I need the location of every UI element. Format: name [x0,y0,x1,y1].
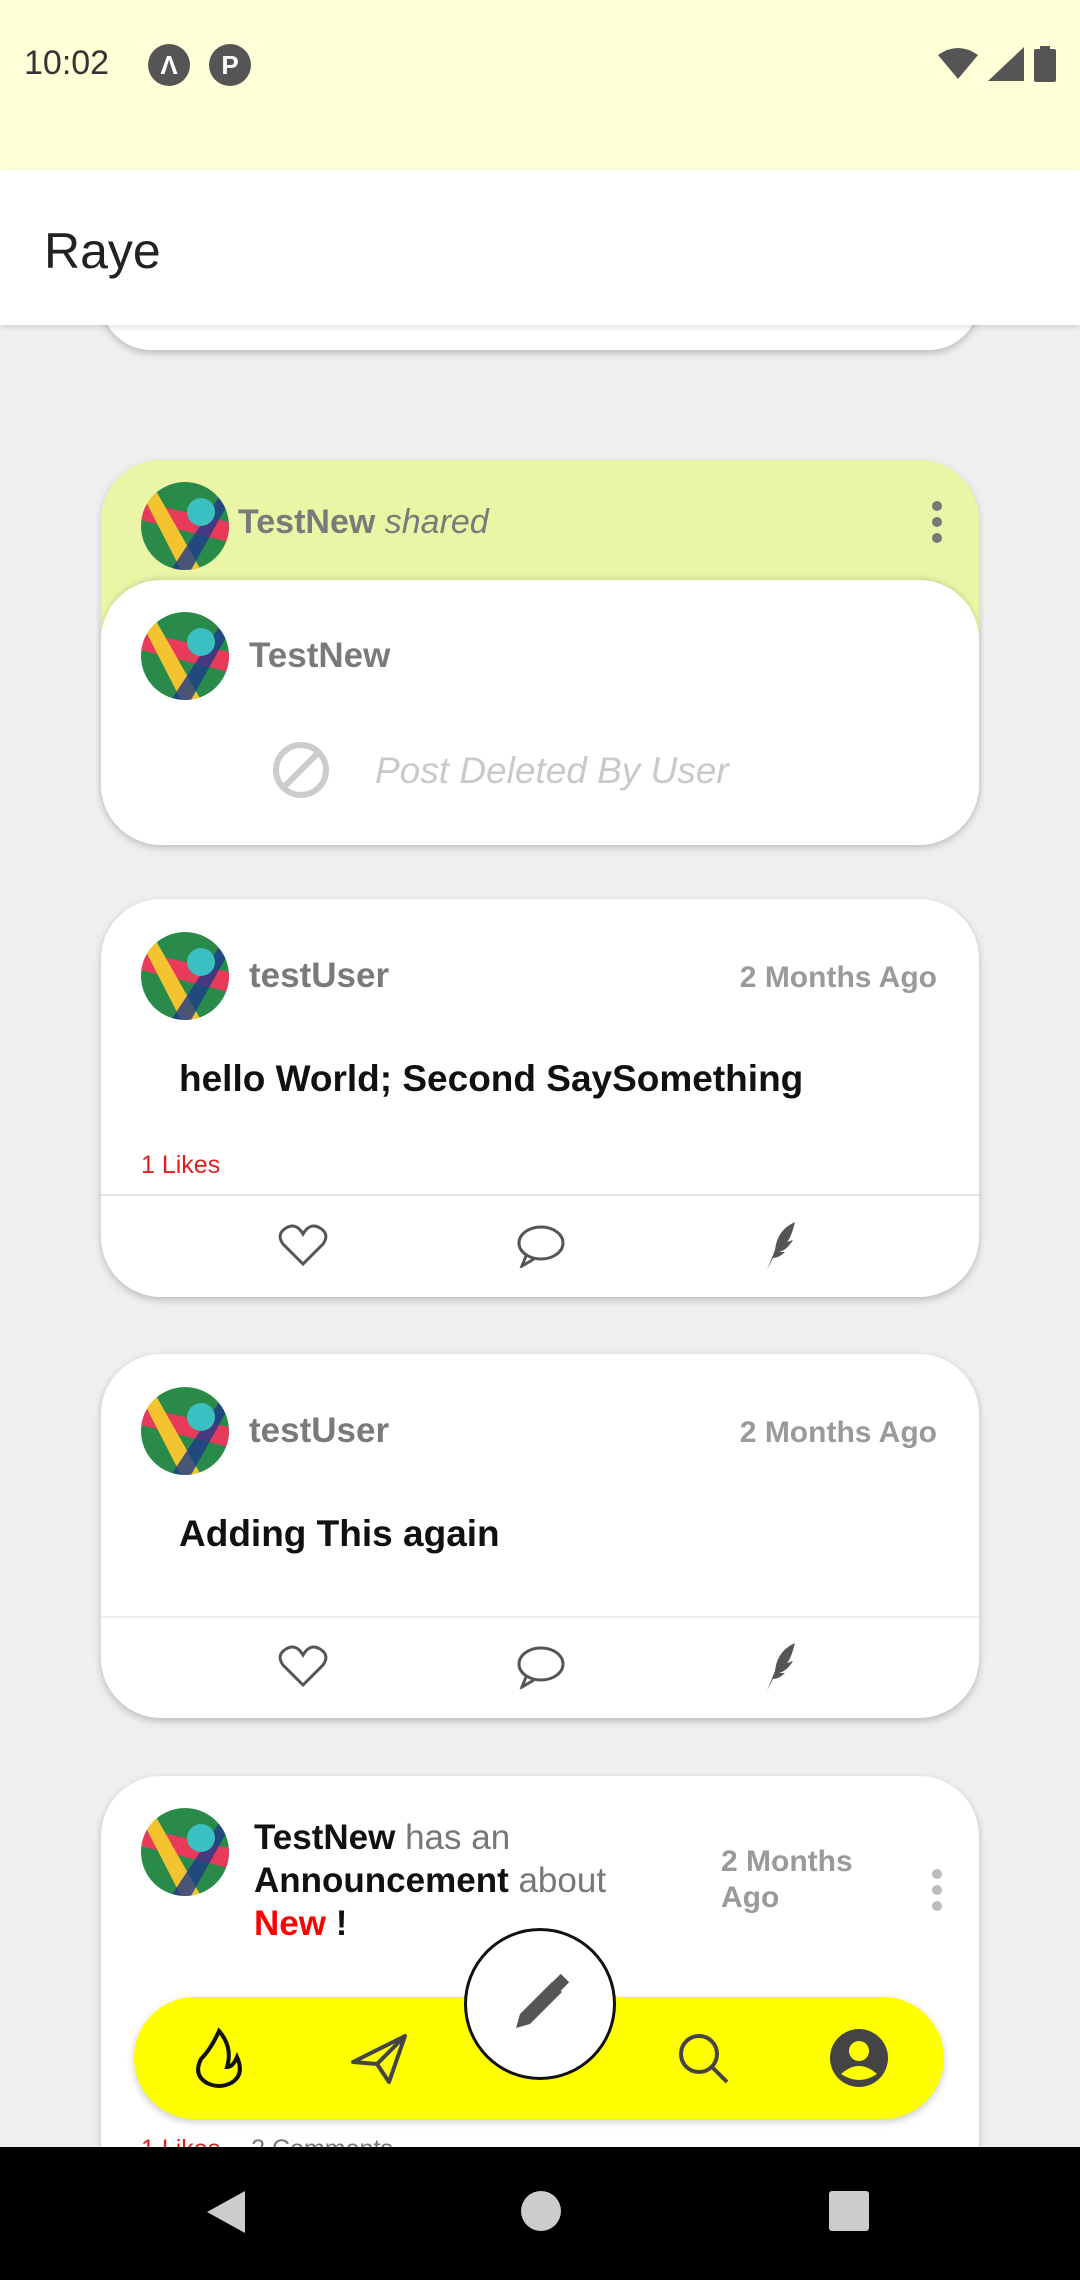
blocked-icon [271,740,331,805]
about-text: about [518,1861,607,1900]
app-title: Raye [44,223,161,279]
announcement-author[interactable]: TestNew [254,1818,395,1857]
status-time: 10:02 [24,44,110,82]
p-icon: P [209,44,251,86]
announcement-label: Announcement [254,1861,509,1900]
feather-share-icon[interactable] [747,1216,807,1276]
android-nav-bar [0,2147,1080,2280]
avatar[interactable] [141,1808,229,1896]
feather-share-icon[interactable] [747,1637,807,1697]
account-icon[interactable] [820,2019,898,2097]
original-post-card[interactable]: TestNew Post Deleted By User [101,580,979,845]
recents-icon[interactable] [828,2190,870,2232]
likes-count[interactable]: 1 Likes [141,1151,220,1180]
avatar[interactable] [141,1387,229,1475]
avatar[interactable] [141,932,229,1020]
shared-label: shared [384,503,489,541]
avatar[interactable] [141,482,229,570]
comment-icon[interactable] [511,1637,571,1697]
author-name[interactable]: testUser [249,1411,389,1451]
back-icon[interactable] [205,2189,247,2235]
announcement-time: 2 Months Ago [721,1845,853,1914]
sharer-name[interactable]: TestNew [238,503,375,541]
divider [101,1616,979,1618]
more-icon[interactable] [931,1868,943,1912]
wifi-icon [938,48,978,79]
status-right-icons [938,46,1056,82]
arc-icon: Λ [148,44,190,86]
search-icon[interactable] [664,2019,742,2097]
post-text: hello World; Second SaySomething [179,1058,804,1099]
post-card[interactable]: testUser 2 Months Ago hello World; Secon… [101,899,979,1297]
app-bar: Raye [0,170,1080,325]
announcement-stats: 1 Likes 2 Comments [141,2135,393,2147]
divider [101,1194,979,1196]
compose-button[interactable] [464,1928,616,2080]
announcement-topic[interactable]: New [254,1904,326,1943]
battery-icon [1034,46,1056,82]
exclaim-text: ! [335,1904,348,1943]
home-icon[interactable] [519,2189,563,2233]
comments-count[interactable]: 2 Comments [251,2135,393,2147]
status-bar: 10:02 Λ P [0,0,1080,170]
like-heart-icon[interactable] [273,1637,333,1697]
has-an-text: has an [405,1818,511,1857]
fire-icon[interactable] [180,2019,258,2097]
send-icon[interactable] [340,2019,418,2097]
shared-post-card[interactable]: TestNew shared TestNew Post Deleted By U… [101,460,979,845]
post-time: 2 Months Ago [739,961,937,994]
author-name[interactable]: testUser [249,956,389,996]
post-card[interactable]: testUser 2 Months Ago Adding This again [101,1354,979,1718]
shared-header: TestNew shared [238,503,489,542]
comment-icon[interactable] [511,1216,571,1276]
avatar[interactable] [141,612,229,700]
announcement-header: TestNew has an Announcement about New ! [254,1816,674,1945]
author-name[interactable]: TestNew [249,636,390,676]
like-heart-icon[interactable] [273,1216,333,1276]
pencil-icon [516,1974,570,2028]
likes-count[interactable]: 1 Likes [141,2135,220,2147]
more-icon[interactable] [931,500,943,544]
signal-icon [988,47,1024,81]
post-text: Adding This again [179,1513,500,1554]
post-time: 2 Months Ago [739,1416,937,1449]
deleted-message: Post Deleted By User [375,750,729,791]
